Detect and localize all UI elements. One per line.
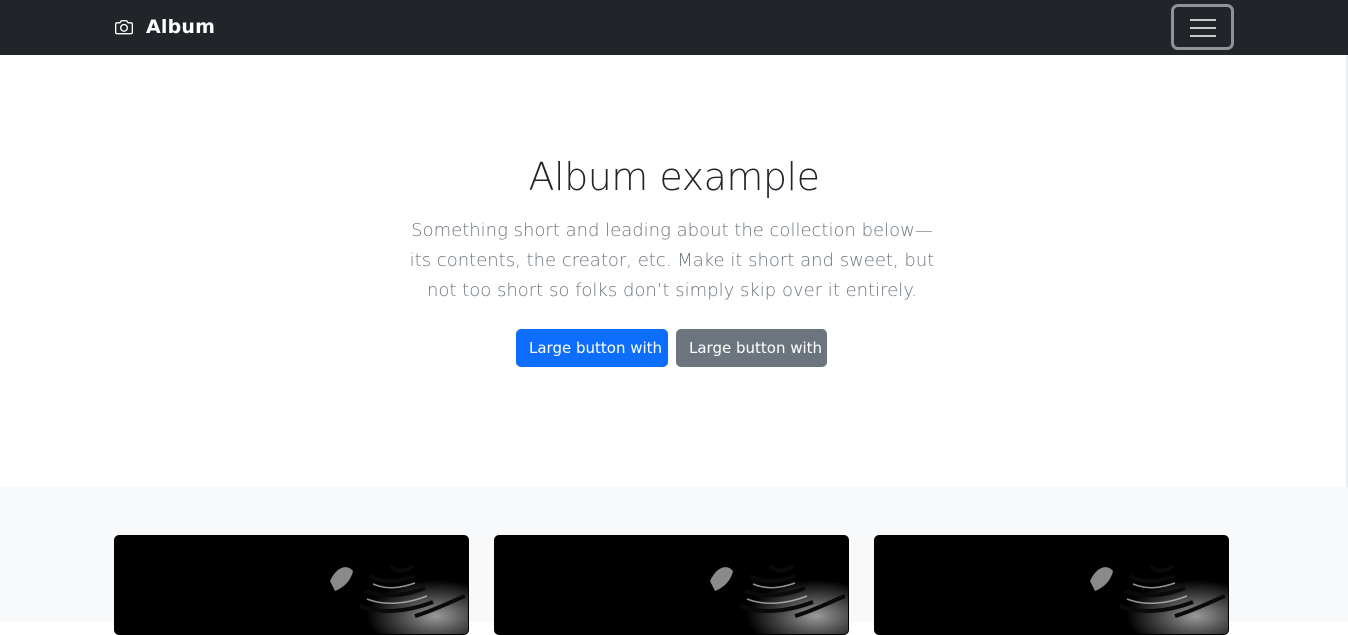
album-section (0, 487, 1348, 635)
hero-lead-text: Something short and leading about the co… (409, 220, 935, 301)
page-title: Album example (528, 155, 820, 199)
tiger-photo (875, 536, 1228, 634)
secondary-action-button[interactable]: Large button with (676, 329, 827, 367)
tiger-photo (495, 536, 848, 634)
navbar-toggler-button[interactable] (1171, 4, 1234, 50)
camera-icon (115, 20, 133, 35)
album-card (114, 535, 469, 635)
brand-link[interactable]: Album (114, 14, 215, 40)
hero-section: Album example Something short and leadin… (0, 55, 1348, 487)
album-card (874, 535, 1229, 635)
hamburger-menu-icon (1190, 19, 1216, 37)
tiger-photo (115, 536, 468, 634)
navbar: Album (0, 0, 1348, 55)
primary-action-button[interactable]: Large button with (516, 329, 668, 367)
brand-name: Album (146, 16, 216, 38)
album-card (494, 535, 849, 635)
